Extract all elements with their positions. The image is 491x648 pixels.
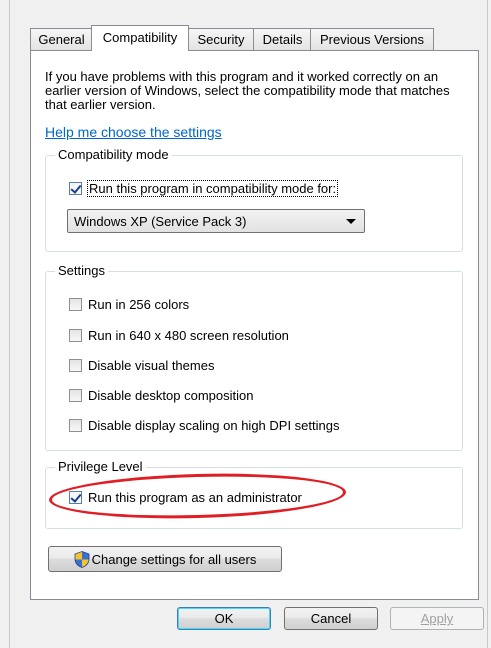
setting-256-colors[interactable]: Run in 256 colors <box>69 295 189 313</box>
compatibility-tab-page: If you have problems with this program a… <box>30 50 479 600</box>
tab-previous-versions[interactable]: Previous Versions <box>310 28 434 50</box>
setting-disable-dpi-scaling-label: Disable display scaling on high DPI sett… <box>88 417 340 433</box>
setting-disable-themes-checkbox[interactable] <box>69 358 82 372</box>
setting-disable-composition[interactable]: Disable desktop composition <box>69 386 253 404</box>
properties-dialog: General Compatibility Security Details P… <box>0 0 491 648</box>
compat-mode-checkbox[interactable] <box>69 181 82 195</box>
compatibility-mode-group: Compatibility mode <box>45 147 463 252</box>
uac-shield-icon <box>74 550 90 568</box>
setting-256-colors-checkbox[interactable] <box>69 297 82 311</box>
tab-security[interactable]: Security <box>187 28 255 50</box>
cancel-button[interactable]: Cancel <box>284 607 378 630</box>
compatibility-mode-group-label: Compatibility mode <box>55 147 172 163</box>
help-choose-settings-link[interactable]: Help me choose the settings <box>45 124 222 140</box>
setting-disable-composition-checkbox[interactable] <box>69 388 82 402</box>
privilege-level-group-label: Privilege Level <box>55 459 146 475</box>
setting-disable-composition-label: Disable desktop composition <box>88 387 254 403</box>
dialog-right-border <box>487 0 488 648</box>
tab-general[interactable]: General <box>30 28 93 50</box>
setting-disable-themes[interactable]: Disable visual themes <box>69 356 214 374</box>
os-version-selected: Windows XP (Service Pack 3) <box>74 213 247 229</box>
setting-disable-dpi-scaling-checkbox[interactable] <box>69 418 82 432</box>
os-version-dropdown[interactable]: Windows XP (Service Pack 3) <box>67 209 365 233</box>
tab-compatibility[interactable]: Compatibility <box>91 25 189 51</box>
setting-256-colors-label: Run in 256 colors <box>88 296 190 312</box>
apply-button-label: Apply <box>420 611 454 626</box>
tab-details[interactable]: Details <box>253 28 312 50</box>
dialog-left-border <box>9 0 10 648</box>
setting-disable-themes-label: Disable visual themes <box>88 357 215 373</box>
compat-mode-checkbox-row[interactable]: Run this program in compatibility mode f… <box>69 179 339 197</box>
setting-640x480[interactable]: Run in 640 x 480 screen resolution <box>69 326 289 344</box>
run-as-admin-checkbox[interactable] <box>69 490 82 504</box>
compat-mode-checkbox-label: Run this program in compatibility mode f… <box>86 179 339 197</box>
run-as-admin-row[interactable]: Run this program as an administrator <box>69 488 302 506</box>
change-settings-all-users-label: Change settings for all users <box>91 551 257 567</box>
intro-text: If you have problems with this program a… <box>45 69 450 112</box>
setting-640x480-checkbox[interactable] <box>69 328 82 342</box>
chevron-down-icon <box>346 218 356 224</box>
setting-640x480-label: Run in 640 x 480 screen resolution <box>88 327 289 343</box>
settings-group-label: Settings <box>55 263 108 279</box>
change-settings-all-users-button[interactable]: Change settings for all users <box>48 546 282 572</box>
run-as-admin-label: Run this program as an administrator <box>88 489 302 505</box>
apply-button[interactable]: Apply <box>390 607 484 630</box>
setting-disable-dpi-scaling[interactable]: Disable display scaling on high DPI sett… <box>69 416 339 434</box>
ok-button[interactable]: OK <box>177 607 271 630</box>
